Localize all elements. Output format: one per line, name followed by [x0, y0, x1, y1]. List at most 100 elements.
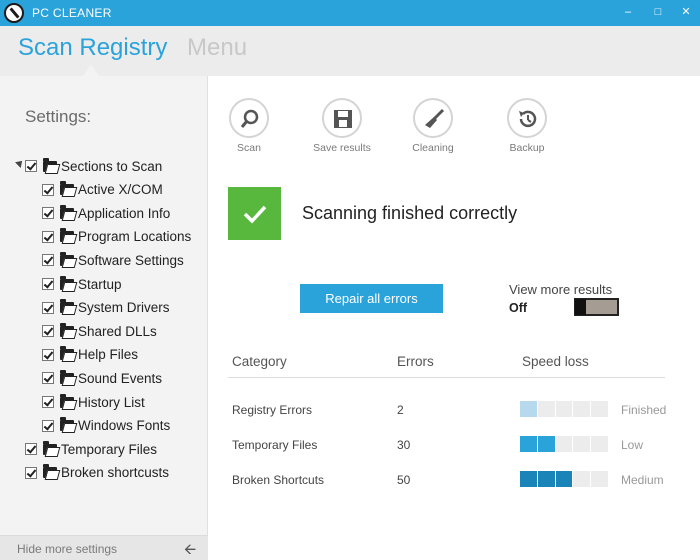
save-results-label: Save results: [313, 142, 371, 154]
tab-menu[interactable]: Menu: [187, 34, 247, 62]
history-icon: [507, 98, 547, 138]
folder-icon: [60, 228, 74, 243]
tree-checkbox[interactable]: [42, 183, 54, 196]
floppy-disk-icon: [322, 98, 362, 138]
tree-item[interactable]: Shared DLLs: [42, 321, 157, 341]
save-results-button[interactable]: Save results: [307, 98, 377, 154]
tree-checkbox[interactable]: [42, 396, 54, 408]
errors-cell: 50: [397, 473, 411, 487]
folder-icon: [60, 417, 74, 432]
magnifier-icon: [229, 98, 269, 138]
tree-item[interactable]: Application Info: [42, 203, 170, 223]
scan-label: Scan: [237, 142, 261, 154]
errors-cell: 2: [397, 403, 404, 417]
meter-segment: [555, 436, 573, 452]
category-cell: Broken Shortcuts: [232, 473, 325, 487]
column-header-speed-loss: Speed loss: [522, 354, 589, 369]
checkmark-icon: [243, 205, 267, 224]
app-logo-icon: [4, 3, 24, 23]
expand-triangle-icon[interactable]: [15, 158, 25, 168]
backup-button[interactable]: Backup: [492, 98, 562, 154]
tree-item[interactable]: Broken shortcusts: [25, 463, 169, 483]
category-cell: Temporary Files: [232, 438, 318, 452]
app-title: PC CLEANER: [32, 6, 112, 20]
tree-item[interactable]: System Drivers: [42, 298, 170, 318]
tree-item-label: Temporary Files: [61, 441, 158, 457]
tree-item[interactable]: Sections to Scan: [15, 156, 163, 176]
meter-segment: [520, 471, 537, 487]
tree-item[interactable]: Startup: [42, 274, 122, 294]
folder-icon: [43, 464, 57, 479]
arrow-left-icon: 🡨: [184, 541, 197, 558]
toggle-knob[interactable]: [575, 299, 586, 315]
tree-item-label: Broken shortcusts: [61, 465, 170, 481]
repair-all-errors-button[interactable]: Repair all errors: [300, 284, 443, 313]
tree-item-label: Active X/COM: [78, 182, 163, 198]
tree-item-label: Sections to Scan: [61, 158, 163, 174]
meter-segment: [591, 436, 608, 452]
minimize-button[interactable]: –: [620, 4, 636, 20]
status-check-box: [228, 187, 281, 240]
folder-icon: [60, 346, 74, 361]
meter-segment: [573, 436, 591, 452]
speed-loss-label: Low: [621, 438, 644, 452]
view-more-results-toggle[interactable]: [574, 298, 619, 316]
folder-icon: [43, 157, 57, 172]
tree-checkbox[interactable]: [42, 230, 54, 243]
tab-scan-registry[interactable]: Scan Registry: [18, 34, 167, 62]
tree-item[interactable]: Windows Fonts: [42, 416, 170, 436]
tree-checkbox[interactable]: [42, 278, 54, 290]
tree-item-label: Startup: [78, 276, 122, 292]
tree-item[interactable]: Help Files: [42, 345, 138, 365]
folder-icon: [60, 299, 74, 314]
folder-icon: [60, 369, 74, 384]
cleaning-button[interactable]: Cleaning: [398, 98, 468, 154]
title-bar: PC CLEANER – □ ✕: [0, 0, 700, 26]
tree-checkbox[interactable]: [25, 160, 37, 172]
tree-checkbox[interactable]: [42, 301, 54, 314]
folder-icon: [43, 440, 57, 455]
maximize-button[interactable]: □: [650, 4, 666, 20]
tree-checkbox[interactable]: [42, 254, 54, 267]
tree-item[interactable]: Sound Events: [42, 368, 162, 388]
folder-icon: [60, 393, 74, 408]
tree-item-label: Application Info: [78, 205, 171, 221]
meter-segment: [591, 471, 608, 487]
meter-segment: [555, 401, 573, 417]
hide-more-settings-label: Hide more settings: [17, 542, 118, 556]
tree-item[interactable]: History List: [42, 392, 145, 412]
tree-checkbox[interactable]: [25, 466, 37, 479]
speed-loss-label: Finished: [621, 403, 667, 417]
tree-item-label: System Drivers: [78, 300, 170, 316]
tree-item[interactable]: Temporary Files: [25, 439, 157, 459]
tree-item[interactable]: Program Locations: [42, 227, 191, 247]
meter-segment: [591, 401, 608, 417]
folder-icon: [60, 251, 74, 266]
tree-item-label: Shared DLLs: [78, 323, 157, 339]
folder-icon: [60, 181, 74, 196]
speed-loss-label: Medium: [621, 473, 664, 487]
tree-item-label: Software Settings: [78, 252, 184, 268]
tree-checkbox[interactable]: [42, 372, 54, 385]
meter-segment: [573, 471, 591, 487]
tree-checkbox[interactable]: [42, 419, 54, 432]
settings-title: Settings:: [25, 107, 92, 126]
tree-checkbox[interactable]: [25, 443, 37, 456]
tree-item-label: Windows Fonts: [78, 418, 171, 434]
tree-item[interactable]: Software Settings: [42, 250, 184, 270]
tree-checkbox[interactable]: [42, 325, 54, 338]
hide-more-settings-button[interactable]: Hide more settings 🡨: [0, 535, 208, 560]
header-tabs: Scan Registry Menu: [0, 26, 700, 76]
close-button[interactable]: ✕: [678, 4, 694, 20]
tree-item[interactable]: Active X/COM: [42, 180, 163, 200]
tree-checkbox[interactable]: [42, 348, 54, 361]
backup-label: Backup: [509, 142, 545, 154]
tree-item-label: Help Files: [78, 347, 139, 363]
meter-segment: [520, 401, 537, 417]
tree-item-label: Sound Events: [78, 370, 163, 386]
meter-segment: [555, 471, 573, 487]
view-more-results-label: View more results: [509, 282, 613, 297]
scan-button[interactable]: Scan: [214, 98, 284, 154]
tree-checkbox[interactable]: [42, 207, 54, 220]
meter-segment: [537, 436, 555, 452]
